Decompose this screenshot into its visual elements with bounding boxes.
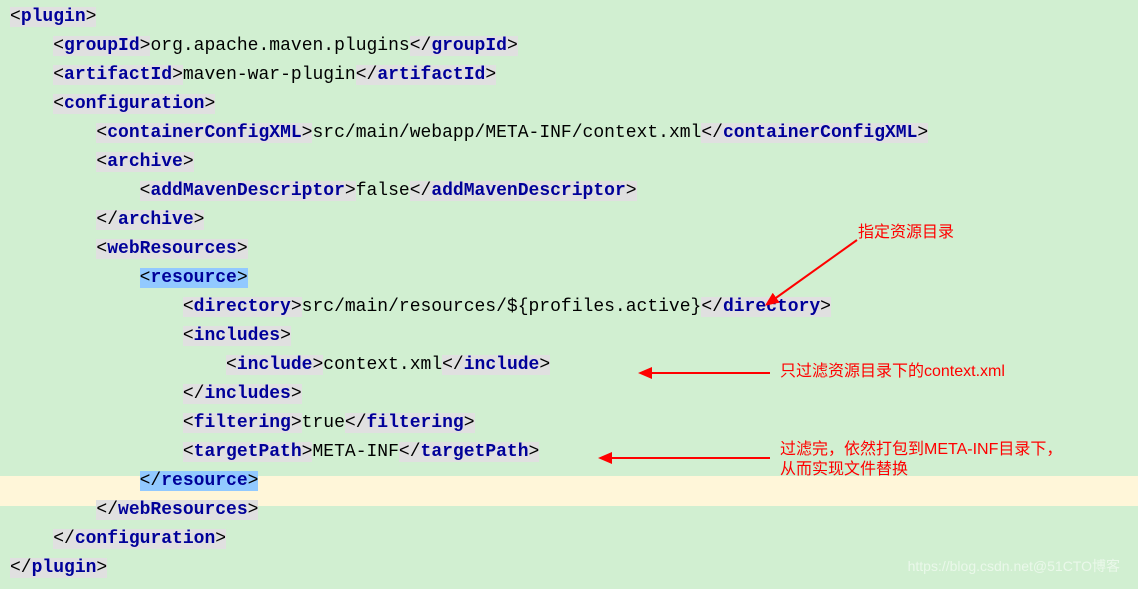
- code-line: <directory>src/main/resources/${profiles…: [10, 293, 1128, 322]
- val-addmaven: false: [356, 181, 410, 201]
- code-line: <archive>: [10, 148, 1128, 177]
- tag-includes-close: includes: [204, 384, 290, 404]
- tag-addmaven: addMavenDescriptor: [150, 181, 344, 201]
- code-line: </includes>: [10, 380, 1128, 409]
- val-targetpath: META-INF: [312, 442, 398, 462]
- code-line: <webResources>: [10, 235, 1128, 264]
- code-line: <plugin>: [10, 3, 1128, 32]
- tag-configuration-close: configuration: [75, 529, 215, 549]
- tag-filtering-close: filtering: [367, 413, 464, 433]
- tag-webresources-close: webResources: [118, 500, 248, 520]
- tag-directory: directory: [194, 297, 291, 317]
- code-line: <artifactId>maven-war-plugin</artifactId…: [10, 61, 1128, 90]
- code-line: <configuration>: [10, 90, 1128, 119]
- arrow-icon: [600, 450, 780, 470]
- tag-plugin-open: plugin: [21, 7, 86, 27]
- arrow-icon: [765, 238, 865, 308]
- tag-include-close: include: [464, 355, 540, 375]
- code-line: <addMavenDescriptor>false</addMavenDescr…: [10, 177, 1128, 206]
- code-line: <resource>: [10, 264, 1128, 293]
- annotation-targetpath: 过滤完，依然打包到META-INF目录下， 从而实现文件替换: [780, 440, 1062, 480]
- tag-includes: includes: [194, 326, 280, 346]
- code-line: <filtering>true</filtering>: [10, 409, 1128, 438]
- watermark: https://blog.csdn.net@51CTO博客: [908, 552, 1120, 581]
- val-include: context.xml: [323, 355, 442, 375]
- tag-artifactid-close: artifactId: [377, 65, 485, 85]
- tag-archive-close: archive: [118, 210, 194, 230]
- code-line: </webResources>: [10, 496, 1128, 525]
- annotation-targetpath-l2: 从而实现文件替换: [780, 461, 908, 478]
- tag-filtering: filtering: [194, 413, 291, 433]
- tag-configuration: configuration: [64, 94, 204, 114]
- code-line: </archive>: [10, 206, 1128, 235]
- tag-addmaven-close: addMavenDescriptor: [431, 181, 625, 201]
- tag-resource-close: resource: [161, 471, 247, 491]
- annotation-targetpath-l1: 过滤完，依然打包到META-INF目录下，: [780, 441, 1062, 458]
- tag-targetpath: targetPath: [194, 442, 302, 462]
- tag-targetpath-close: targetPath: [421, 442, 529, 462]
- tag-groupid: groupId: [64, 36, 140, 56]
- val-groupid: org.apache.maven.plugins: [150, 36, 409, 56]
- code-line: <containerConfigXML>src/main/webapp/META…: [10, 119, 1128, 148]
- tag-webresources: webResources: [107, 239, 237, 259]
- code-line: <includes>: [10, 322, 1128, 351]
- tag-artifactid: artifactId: [64, 65, 172, 85]
- annotation-directory: 指定资源目录: [858, 223, 954, 243]
- tag-containerconfig: containerConfigXML: [107, 123, 301, 143]
- tag-plugin-close: plugin: [32, 558, 97, 578]
- code-block: <plugin> <groupId>org.apache.maven.plugi…: [0, 0, 1138, 586]
- tag-groupid-close: groupId: [431, 36, 507, 56]
- tag-include: include: [237, 355, 313, 375]
- val-directory: src/main/resources/${profiles.active}: [302, 297, 702, 317]
- tag-containerconfig-close: containerConfigXML: [723, 123, 917, 143]
- val-artifactid: maven-war-plugin: [183, 65, 356, 85]
- annotation-include: 只过滤资源目录下的context.xml: [780, 362, 1005, 382]
- code-line: <groupId>org.apache.maven.plugins</group…: [10, 32, 1128, 61]
- code-line: </configuration>: [10, 525, 1128, 554]
- tag-archive: archive: [107, 152, 183, 172]
- arrow-icon: [640, 365, 780, 385]
- val-filtering: true: [302, 413, 345, 433]
- val-containerconfig: src/main/webapp/META-INF/context.xml: [312, 123, 701, 143]
- tag-resource: resource: [150, 268, 236, 288]
